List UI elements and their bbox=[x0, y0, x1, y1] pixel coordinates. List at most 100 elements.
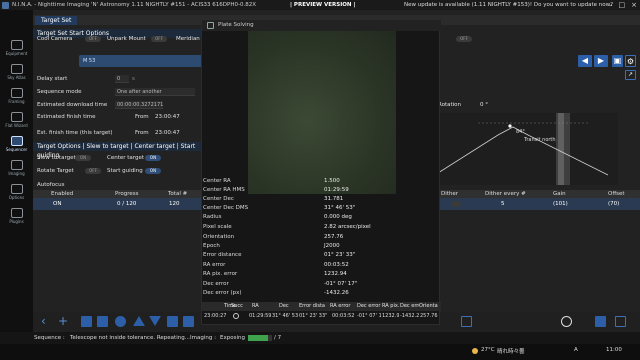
est-finish-label: Estimated finish time bbox=[37, 114, 96, 120]
load-sequence-icon[interactable] bbox=[183, 316, 194, 327]
equipment-icon bbox=[10, 40, 23, 50]
col-total: Total # bbox=[168, 191, 188, 197]
close-button[interactable]: × bbox=[631, 1, 637, 9]
dialog-title: Plate Solving bbox=[202, 20, 441, 31]
prop-label: Radius bbox=[203, 214, 222, 220]
prop-label: Dec error (px) bbox=[203, 290, 242, 296]
cool-camera-label: Cool Camera bbox=[37, 36, 73, 42]
col-dither: Dither bbox=[441, 191, 459, 197]
transit-north-label: Transit north bbox=[523, 137, 556, 143]
row-gain[interactable]: (101) bbox=[553, 198, 568, 210]
col-dither-every: Dither every # bbox=[485, 191, 526, 197]
row-offset[interactable]: (70) bbox=[608, 198, 619, 210]
nav-imaging[interactable]: Imaging bbox=[0, 160, 33, 176]
target-options-header: Target Options | Slew to target | Center… bbox=[33, 142, 208, 159]
exposure-progress-fill bbox=[248, 335, 269, 341]
tab-target-set[interactable]: Target Set bbox=[35, 16, 78, 25]
prop-label: Center RA bbox=[203, 178, 231, 184]
prop-value: 1.500 bbox=[324, 178, 340, 184]
start-guiding-label: Start guiding bbox=[107, 168, 143, 174]
col-ra-error: RA error bbox=[330, 303, 351, 309]
rotation-label: Rotation bbox=[438, 102, 462, 108]
export-csv-icon[interactable] bbox=[461, 316, 472, 327]
export-button[interactable]: ↗ bbox=[625, 70, 636, 80]
prop-label: Error distance bbox=[203, 252, 242, 258]
back-icon[interactable]: ‹ bbox=[41, 315, 52, 327]
save-sequence-icon[interactable] bbox=[167, 316, 178, 327]
save-target-button[interactable]: ▣ bbox=[612, 55, 623, 67]
delay-start-input[interactable]: 0 bbox=[115, 75, 129, 83]
success-icon bbox=[233, 313, 239, 319]
reset-icon[interactable] bbox=[97, 316, 108, 327]
cell-time: 23:00:27 bbox=[204, 313, 227, 319]
nav-plugins[interactable]: Plugins bbox=[0, 208, 33, 224]
center-toggle[interactable]: ON bbox=[145, 154, 161, 161]
delay-start-label: Delay start bbox=[37, 76, 68, 82]
play-icon[interactable] bbox=[615, 316, 626, 327]
exposure-progress-text: / 7 bbox=[274, 335, 282, 341]
cell-ra-error: 00:03:52 bbox=[332, 313, 355, 319]
prop-label: RA pix. error bbox=[203, 271, 238, 277]
add-icon[interactable]: + bbox=[58, 315, 69, 327]
row-enabled[interactable]: ON bbox=[53, 198, 61, 210]
flat-wizard-icon bbox=[10, 112, 23, 122]
est-finish-target-value: 23:00:47 bbox=[155, 130, 180, 136]
sequence-mode-select[interactable]: One after another bbox=[115, 88, 195, 96]
prop-value: 0.000 deg bbox=[324, 214, 352, 220]
imaging-status-label: Imaging : bbox=[190, 335, 216, 341]
rotate-toggle[interactable]: OFF bbox=[85, 167, 101, 174]
move-up-icon[interactable] bbox=[115, 316, 126, 327]
unpark-mount-label: Unpark Mount bbox=[107, 36, 146, 42]
framing-icon bbox=[10, 88, 23, 98]
row-dither-every[interactable]: 5 bbox=[501, 198, 505, 210]
est-finish-target-from: From bbox=[135, 130, 149, 136]
settings-button[interactable]: ⚙ bbox=[625, 55, 636, 67]
center-label: Center target bbox=[107, 155, 144, 161]
nav-equipment[interactable]: Equipment bbox=[0, 40, 33, 56]
nav-flat-wizard[interactable]: Flat Wizard bbox=[0, 112, 33, 128]
delete-icon[interactable] bbox=[81, 316, 92, 327]
maximize-button[interactable]: □ bbox=[619, 1, 626, 9]
slew-toggle[interactable]: ON bbox=[75, 154, 91, 161]
est-download-label: Estimated download time bbox=[37, 102, 108, 108]
move-down-arrow-icon[interactable] bbox=[149, 316, 161, 326]
row-dither-toggle[interactable] bbox=[451, 201, 461, 207]
unpark-mount-toggle[interactable]: OFF bbox=[151, 35, 167, 42]
prop-value: 1232.94 bbox=[324, 271, 347, 277]
rotate-label: Rotate Target bbox=[37, 168, 74, 174]
row-total[interactable]: 120 bbox=[169, 198, 180, 210]
minimize-button[interactable]: – bbox=[609, 1, 613, 9]
exposing-label: Exposing bbox=[220, 335, 245, 341]
next-target-button[interactable]: ▶ bbox=[594, 55, 608, 67]
stop-icon[interactable] bbox=[595, 316, 606, 327]
cell-dec-error: -01° 07' 1 bbox=[357, 313, 381, 319]
start-guiding-toggle[interactable]: ON bbox=[145, 167, 161, 174]
clock[interactable]: 11:00 bbox=[606, 347, 622, 353]
nav-sky-atlas[interactable]: Sky Atlas bbox=[0, 64, 33, 80]
nav-options[interactable]: Options bbox=[0, 184, 33, 200]
ime-indicator[interactable]: A bbox=[574, 347, 578, 353]
current-time-band bbox=[558, 113, 564, 185]
autofocus-label[interactable]: Autofocus bbox=[37, 180, 64, 190]
nav-sequencer[interactable]: Sequencer bbox=[0, 136, 33, 152]
pause-icon[interactable] bbox=[561, 316, 572, 327]
plate-solving-icon bbox=[207, 22, 214, 29]
cool-camera-toggle[interactable]: OFF bbox=[85, 35, 101, 42]
rotation-value: 0 ° bbox=[480, 102, 488, 108]
move-up-arrow-icon[interactable] bbox=[133, 316, 145, 326]
solved-image bbox=[248, 31, 396, 194]
target-name-field[interactable]: M 53 bbox=[79, 55, 209, 67]
col-dec-error: Dec error bbox=[357, 303, 381, 309]
solve-history-header: Time Succ RA Dec Error dista RA error De… bbox=[202, 302, 441, 311]
meridian-toggle[interactable]: OFF bbox=[456, 35, 472, 42]
prop-value: 31° 46' 53" bbox=[324, 205, 356, 211]
update-notice[interactable]: New update is available (1.11 NIGHTLY #1… bbox=[404, 2, 613, 8]
prop-label: RA error bbox=[203, 262, 226, 268]
col-success: Succ bbox=[231, 303, 243, 309]
nav-framing[interactable]: Framing bbox=[0, 88, 33, 104]
table-row[interactable]: 23:00:27 01:29:59 31° 46' 53" 01° 23' 33… bbox=[202, 311, 441, 321]
prev-target-button[interactable]: ◀ bbox=[578, 55, 592, 67]
est-finish-from: From bbox=[135, 114, 149, 120]
plate-solving-dialog: Plate Solving Center RA 1.500 Center RA H… bbox=[201, 19, 441, 325]
imaging-icon bbox=[10, 160, 23, 170]
